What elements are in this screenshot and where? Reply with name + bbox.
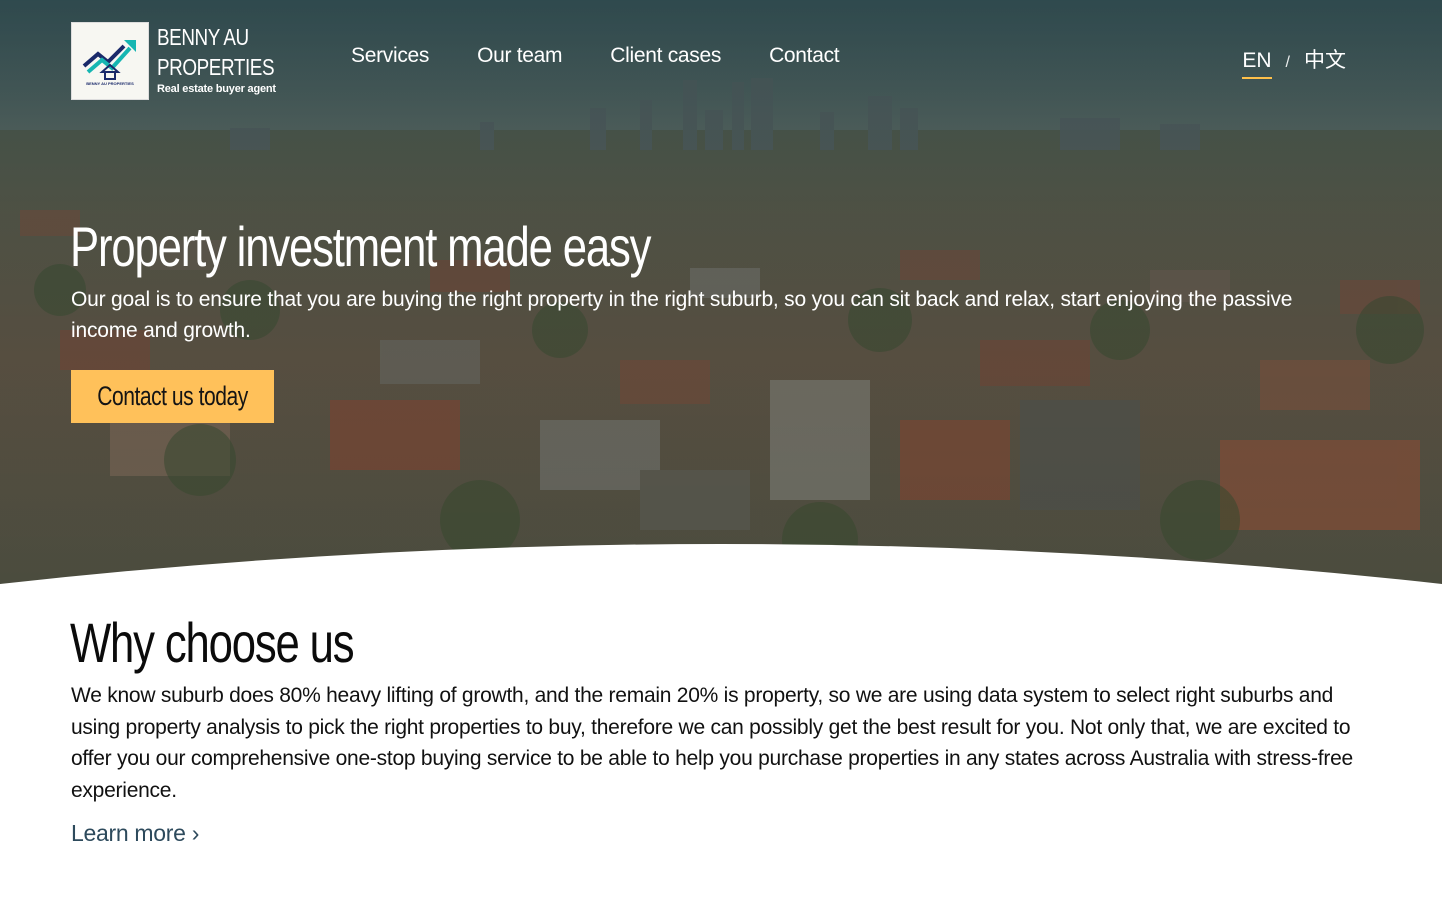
brand-tagline: Real estate buyer agent: [157, 83, 276, 95]
learn-more-link[interactable]: Learn more ›: [71, 820, 199, 847]
brand-name-line2: PROPERTIES: [157, 54, 275, 80]
language-separator: /: [1285, 54, 1290, 71]
why-choose-us-title: Why choose us: [70, 611, 355, 674]
hero-title: Property investment made easy: [70, 215, 651, 278]
hero-bottom-curve: [0, 544, 1442, 590]
why-choose-us-text: We know suburb does 80% heavy lifting of…: [71, 684, 1353, 802]
contact-us-button[interactable]: Contact us today: [71, 370, 274, 423]
brand-logo[interactable]: BENNY AU PROPERTIES BENNY AU PROPERTIES …: [71, 22, 297, 100]
contact-us-label: Contact us today: [97, 381, 248, 411]
brand-name-line1: BENNY AU: [157, 24, 249, 50]
nav-services[interactable]: Services: [351, 44, 429, 68]
language-switcher: EN / 中文: [1242, 44, 1346, 79]
hero-subtitle: Our goal is to ensure that you are buyin…: [71, 288, 1293, 342]
house-rising-chart-icon: [82, 40, 136, 80]
main-navigation: Services Our team Client cases Contact: [351, 44, 840, 68]
nav-our-team[interactable]: Our team: [477, 44, 562, 68]
language-zh[interactable]: 中文: [1304, 44, 1346, 74]
logo-text: BENNY AU PROPERTIES Real estate buyer ag…: [157, 22, 297, 95]
logo-mark: BENNY AU PROPERTIES: [71, 22, 149, 100]
language-en[interactable]: EN: [1242, 49, 1272, 79]
nav-contact[interactable]: Contact: [769, 44, 840, 68]
logo-caption: BENNY AU PROPERTIES: [86, 81, 134, 86]
nav-client-cases[interactable]: Client cases: [610, 44, 721, 68]
